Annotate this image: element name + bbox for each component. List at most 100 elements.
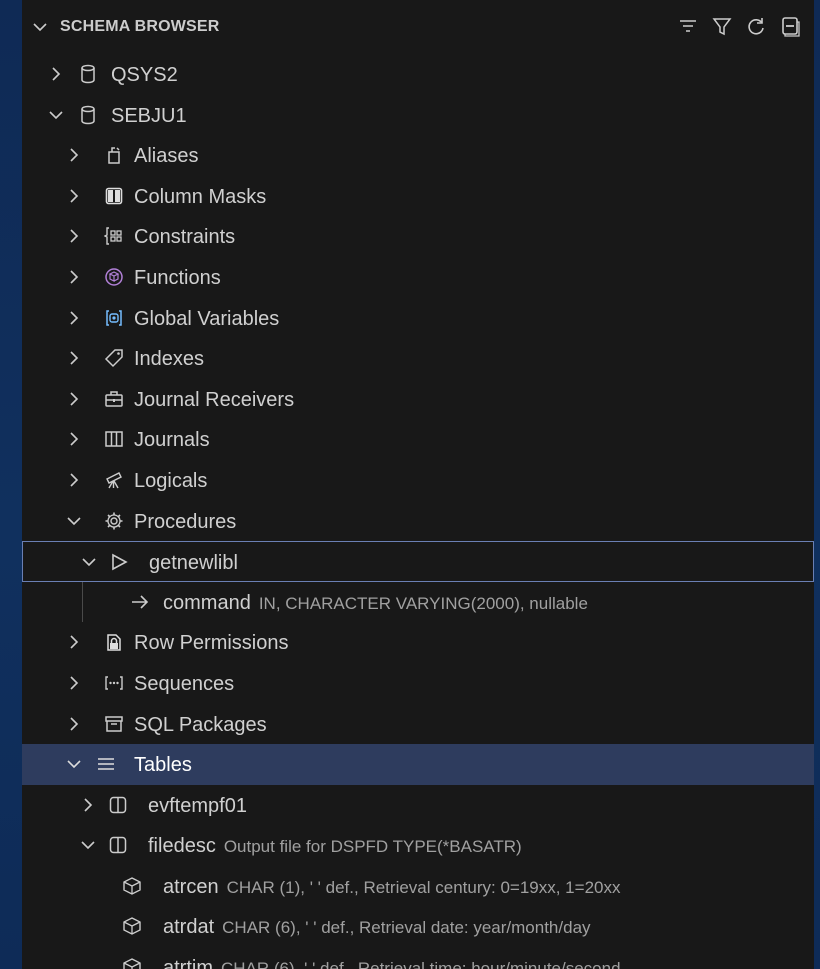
tree-item-label: command IN, CHARACTER VARYING(2000), null…: [163, 592, 588, 615]
tree-item-label: Column Masks: [134, 185, 267, 208]
chevron-right-icon[interactable]: [66, 188, 82, 204]
table-description: Output file for DSPFD TYPE(*BASATR): [223, 837, 522, 857]
arrow-right-icon: [130, 592, 150, 612]
chevron-right-icon[interactable]: [66, 634, 82, 650]
chevron-down-icon[interactable]: [66, 756, 82, 772]
tree-item-label: Journals: [134, 429, 210, 452]
tree-item-tables[interactable]: Tables: [22, 744, 814, 785]
book-icon: [104, 429, 124, 449]
tag-icon: [104, 348, 124, 368]
tree-item-evftempf01[interactable]: evftempf01: [22, 785, 814, 826]
chevron-right-icon[interactable]: [66, 350, 82, 366]
param-description: IN, CHARACTER VARYING(2000), nullable: [258, 593, 588, 613]
tree-item-qsys2[interactable]: QSYS2: [22, 54, 814, 95]
chevron-right-icon[interactable]: [66, 716, 82, 732]
tree-item-label: atrdat CHAR (6), ' ' def., Retrieval date…: [163, 916, 591, 939]
tree-item-label: Tables: [134, 754, 192, 777]
tree-item-command[interactable]: command IN, CHARACTER VARYING(2000), null…: [22, 581, 814, 623]
tree-item-label: Functions: [134, 266, 221, 289]
tree-item-global-variables[interactable]: Global Variables: [22, 298, 814, 339]
chevron-down-icon[interactable]: [80, 837, 96, 853]
schema-browser-header[interactable]: SCHEMA BROWSER: [22, 0, 814, 54]
tree-item-row-permissions[interactable]: Row Permissions: [22, 622, 814, 663]
tree-item-label: Row Permissions: [134, 632, 289, 655]
chevron-right-icon[interactable]: [66, 228, 82, 244]
tree-item-label: SEBJU1: [111, 104, 187, 127]
section-title: SCHEMA BROWSER: [60, 18, 220, 35]
schema-browser-panel: SCHEMA BROWSER QSYS2 SEBJU1 Aliases Colu…: [22, 0, 814, 969]
tree-item-sql-packages[interactable]: SQL Packages: [22, 704, 814, 745]
schema-tree: QSYS2 SEBJU1 Aliases Column Masks Constr…: [22, 54, 814, 969]
tree-item-label: evftempf01: [148, 794, 247, 817]
column-name: atrcen: [163, 875, 219, 898]
tree-item-label: Journal Receivers: [134, 388, 295, 411]
chevron-down-icon[interactable]: [48, 107, 64, 123]
telescope-icon: [104, 470, 124, 490]
tree-item-journals[interactable]: Journals: [22, 419, 814, 460]
chevron-right-icon[interactable]: [66, 310, 82, 326]
briefcase-icon: [104, 389, 124, 409]
chevron-right-icon[interactable]: [66, 675, 82, 691]
lock-icon: [104, 632, 124, 652]
variable-icon: [104, 308, 124, 328]
param-name: command: [163, 591, 251, 614]
chevron-right-icon[interactable]: [48, 66, 64, 82]
tree-item-atrtim[interactable]: atrtim CHAR (6), ' ' def., Retrieval time…: [22, 947, 814, 969]
chevron-right-icon[interactable]: [66, 147, 82, 163]
database-icon: [78, 105, 98, 125]
chevron-right-icon[interactable]: [66, 269, 82, 285]
tree-item-getnewlibl[interactable]: getnewlibl: [22, 541, 814, 582]
table-icon: [108, 835, 128, 855]
tree-item-column-masks[interactable]: Column Masks: [22, 176, 814, 217]
tree-item-label: Indexes: [134, 348, 205, 371]
tree-item-indexes[interactable]: Indexes: [22, 338, 814, 379]
tree-item-label: Logicals: [134, 469, 208, 492]
column-description: CHAR (6), ' ' def., Retrieval time: hour…: [221, 959, 621, 969]
tree-item-label: Sequences: [134, 672, 235, 695]
chevron-right-icon[interactable]: [66, 472, 82, 488]
refresh-icon[interactable]: [744, 14, 768, 38]
collapse-all-icon[interactable]: [778, 14, 802, 38]
tree-item-label: SQL Packages: [134, 713, 267, 736]
gear-icon: [104, 511, 124, 531]
alias-icon: [104, 145, 124, 165]
tree-item-label: getnewlibl: [149, 552, 238, 575]
play-icon: [109, 552, 129, 572]
tree-item-atrdat[interactable]: atrdat CHAR (6), ' ' def., Retrieval date…: [22, 906, 814, 947]
column-description: CHAR (1), ' ' def., Retrieval century: 0…: [226, 877, 621, 897]
indent-guide: [82, 581, 83, 622]
filter-icon[interactable]: [710, 14, 734, 38]
tree-item-journal-receivers[interactable]: Journal Receivers: [22, 379, 814, 420]
chevron-down-icon[interactable]: [81, 554, 97, 570]
mask-icon: [104, 186, 124, 206]
database-icon: [78, 64, 98, 84]
chevron-down-icon[interactable]: [32, 19, 48, 35]
column-name: atrdat: [163, 916, 215, 939]
tree-item-label: Aliases: [134, 145, 199, 168]
column-description: CHAR (6), ' ' def., Retrieval date: year…: [222, 918, 591, 938]
tree-item-logicals[interactable]: Logicals: [22, 460, 814, 501]
tree-item-label: Global Variables: [134, 307, 280, 330]
tree-item-label: QSYS2: [111, 64, 178, 86]
tree-item-aliases[interactable]: Aliases: [22, 135, 814, 176]
tree-item-procedures[interactable]: Procedures: [22, 501, 814, 542]
tree-item-filedesc[interactable]: filedesc Output file for DSPFD TYPE(*BASA…: [22, 825, 814, 866]
sequence-icon: [104, 673, 124, 693]
tree-item-label: Constraints: [134, 226, 236, 249]
chevron-down-icon[interactable]: [66, 513, 82, 529]
chevron-right-icon[interactable]: [66, 391, 82, 407]
function-icon: [104, 267, 124, 287]
tree-item-sequences[interactable]: Sequences: [22, 663, 814, 704]
tree-item-label: atrtim CHAR (6), ' ' def., Retrieval time…: [163, 957, 621, 969]
tree-item-functions[interactable]: Functions: [22, 257, 814, 298]
field-icon: [122, 876, 142, 896]
tree-item-atrcen[interactable]: atrcen CHAR (1), ' ' def., Retrieval cent…: [22, 866, 814, 907]
field-icon: [122, 957, 142, 969]
tree-item-constraints[interactable]: Constraints: [22, 216, 814, 257]
tree-item-sebju1[interactable]: SEBJU1: [22, 95, 814, 136]
list-filter-icon[interactable]: [676, 14, 700, 38]
chevron-right-icon[interactable]: [80, 797, 96, 813]
table-name: filedesc: [148, 835, 216, 858]
chevron-right-icon[interactable]: [66, 431, 82, 447]
tree-item-label: atrcen CHAR (1), ' ' def., Retrieval cent…: [163, 876, 620, 899]
